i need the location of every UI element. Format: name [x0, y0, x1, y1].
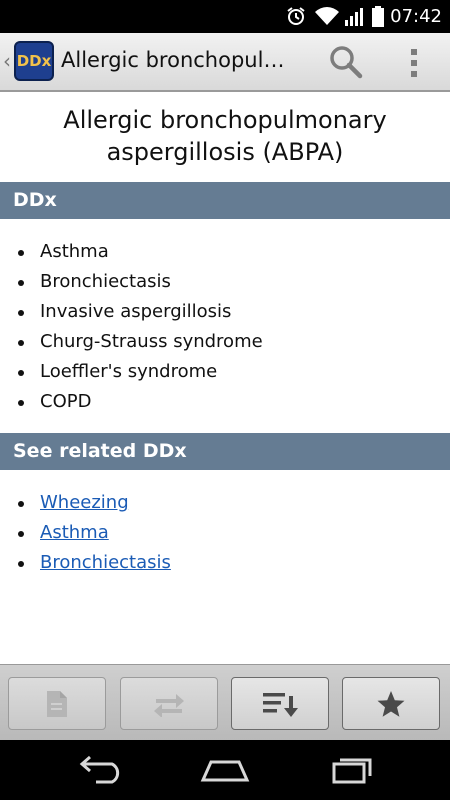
list-item: Bronchiectasis — [18, 267, 450, 297]
list-item: Asthma — [18, 237, 450, 267]
clock-time: 07:42 — [390, 6, 442, 27]
up-navigation-icon[interactable]: ‹ — [3, 49, 11, 73]
alarm-icon — [287, 7, 305, 25]
home-icon[interactable] — [195, 754, 255, 786]
ddx-list: Asthma Bronchiectasis Invasive aspergill… — [0, 237, 450, 417]
related-ddx-list: Wheezing Asthma Bronchiectasis — [0, 488, 450, 578]
related-ddx-section-header: See related DDx — [0, 433, 450, 470]
action-bar: ‹ DDx Allergic bronchopulmonary aspergil… — [0, 33, 450, 92]
list-item: Invasive aspergillosis — [18, 297, 450, 327]
related-link-asthma[interactable]: Asthma — [40, 522, 109, 543]
related-link-wheezing[interactable]: Wheezing — [40, 492, 129, 513]
list-item: Asthma — [18, 518, 450, 548]
overflow-menu-icon[interactable] — [406, 47, 422, 79]
sort-list-icon — [263, 692, 298, 717]
signal-icon — [345, 8, 363, 26]
favorite-button[interactable] — [342, 677, 440, 730]
page-title: Allergic bronchopulmonary aspergillosis … — [63, 106, 387, 166]
app-logo[interactable]: DDx — [14, 41, 54, 81]
action-bar-title: Allergic bronchopulmonary aspergillosis … — [61, 48, 301, 72]
related-link-bronchiectasis[interactable]: Bronchiectasis — [40, 552, 171, 573]
wifi-icon — [315, 7, 339, 25]
document-button[interactable] — [8, 677, 106, 730]
search-icon[interactable] — [328, 44, 364, 80]
list-item: COPD — [18, 387, 450, 417]
recents-icon[interactable] — [322, 754, 382, 786]
ddx-section-header: DDx — [0, 182, 450, 219]
list-item: Bronchiectasis — [18, 548, 450, 578]
system-navigation-bar — [0, 740, 450, 800]
star-icon — [377, 690, 405, 717]
document-icon — [47, 690, 67, 717]
back-icon[interactable] — [70, 754, 130, 786]
swap-button[interactable] — [120, 677, 218, 730]
list-item: Churg-Strauss syndrome — [18, 327, 450, 357]
list-item: Loeffler's syndrome — [18, 357, 450, 387]
list-item: Wheezing — [18, 488, 450, 518]
swap-arrows-icon — [154, 693, 184, 717]
sort-button[interactable] — [231, 677, 329, 730]
battery-icon — [372, 6, 384, 27]
content-area[interactable]: Allergic bronchopulmonary aspergillosis … — [0, 92, 450, 664]
bottom-toolbar — [0, 664, 450, 740]
status-bar: 07:42 — [0, 0, 450, 33]
